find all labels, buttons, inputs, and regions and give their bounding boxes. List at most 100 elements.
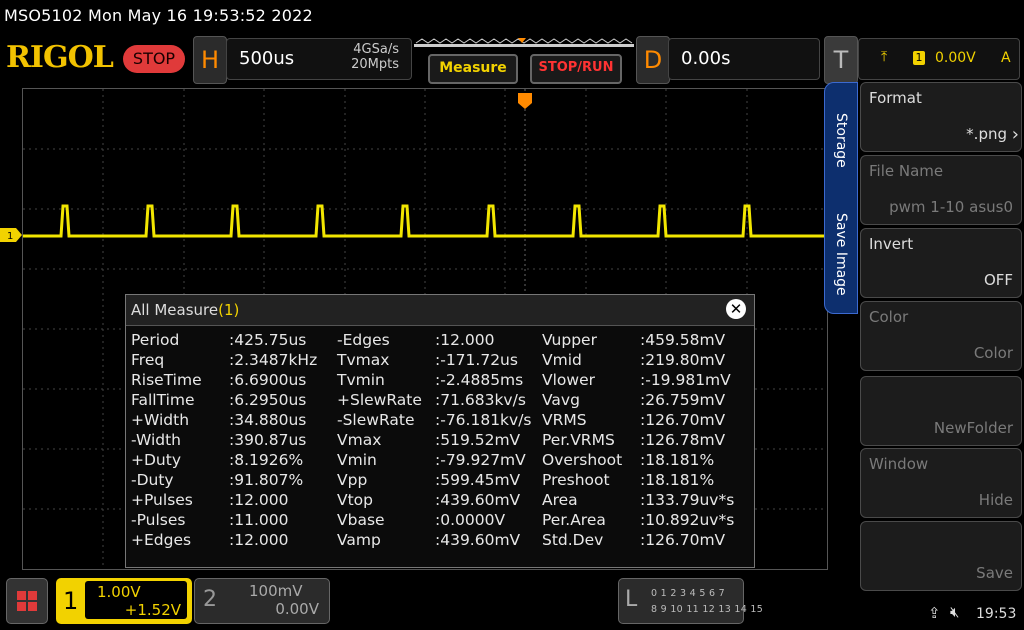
measure-name: Tvmin [337,371,385,389]
menu-item-newfolder[interactable]: NewFolder [860,376,1022,446]
trigger-settings[interactable]: ⤒ 1 0.00V A [858,38,1020,80]
measure-name: Vmax [337,431,382,449]
measure-value: :10.892uv*s [640,511,735,529]
sample-rate: 4GSa/s [353,42,399,57]
menu-item-label: Format [869,89,922,107]
measure-value: :133.79uv*s [640,491,735,509]
measure-value: :126.78mV [640,431,726,449]
speaker-muted-icon[interactable]: 🔇︎ [950,603,959,621]
ch1-scale: 1.00V [97,583,141,601]
menu-item-label: Invert [869,235,914,253]
measure-name: -SlewRate [337,411,415,429]
ch1-offset: +1.52V [124,601,181,619]
close-icon[interactable]: ✕ [726,299,746,319]
menu-item-file-name[interactable]: File Name pwm 1-10 asus0 [860,155,1022,225]
measure-value: :12.000 [229,491,289,509]
tab-save-image[interactable]: Save Image [833,213,849,296]
ch1-ground-marker: 1 [0,228,22,242]
measure-value: :219.80mV [640,351,726,369]
menu-item-value: Hide [978,491,1013,509]
ch2-scale: 100mV [249,582,303,600]
measure-value: :-19.981mV [640,371,731,389]
delay-settings[interactable]: 0.00s [668,38,820,80]
measure-value: :126.70mV [640,411,726,429]
menu-item-format[interactable]: Format *.png › [860,82,1022,152]
measure-value: :-171.72us [435,351,518,369]
measure-value: :8.1926% [229,451,304,469]
trigger-level: 0.00V [935,50,976,66]
measure-name: Tvmax [337,351,390,369]
logic-analyzer-button[interactable]: L 0 1 2 3 4 5 6 7 8 9 10 11 12 13 14 15 [618,578,763,624]
measure-name: +SlewRate [337,391,422,409]
menu-item-invert[interactable]: Invert OFF [860,228,1022,298]
measure-name: Preshoot [542,471,610,489]
trigger-button[interactable]: T [824,36,858,84]
measure-value: :-76.181kv/s [435,411,532,429]
measure-name: Vamp [337,531,381,549]
measure-value: :519.52mV [435,431,521,449]
measure-name: Vlower [542,371,595,389]
menu-item-label: File Name [869,162,944,180]
measure-value: :18.181% [640,471,715,489]
delay-value: 0.00s [681,48,731,69]
measure-name: RiseTime [131,371,202,389]
channel-1-button[interactable]: 1 1.00V +1.52V [56,578,192,624]
measure-name: Period [131,331,180,349]
measure-name: Std.Dev [542,531,604,549]
menu-item-save[interactable]: Save [860,521,1022,591]
measure-name: Vtop [337,491,374,509]
measure-name: Freq [131,351,165,369]
measure-value: :0.0000V [435,511,506,529]
run-state-badge[interactable]: STOP [123,45,185,73]
measure-value: :71.683kv/s [435,391,526,409]
measure-name: Vupper [542,331,597,349]
menu-item-color[interactable]: Color Color [860,301,1022,371]
ch2-offset: 0.00V [275,600,319,618]
app-menu-button[interactable] [6,578,48,624]
measure-value: :6.2950us [229,391,307,409]
measure-name: -Duty [131,471,174,489]
trigger-mode: A [1001,50,1011,66]
memory-position-bar [414,38,634,47]
stop-run-button[interactable]: STOP/RUN [530,54,622,84]
grid-icon [17,591,37,611]
measure-name: Vpp [337,471,368,489]
measure-name: -Width [131,431,181,449]
all-measure-panel[interactable]: All Measure(1) ✕ Period:425.75us Freq:2.3… [125,294,755,568]
measure-name: FallTime [131,391,195,409]
usb-icon: ⇪ [928,604,941,622]
storage-menu-tab[interactable]: Storage Save Image [824,82,858,314]
menu-item-window[interactable]: Window Hide [860,448,1022,518]
measure-name: Vmin [337,451,377,469]
timebase-value: 500us [239,48,295,69]
rising-edge-icon: ⤒ [881,49,888,65]
measure-name: +Duty [131,451,181,469]
measure-name: Vmid [542,351,582,369]
measure-name: Area [542,491,578,509]
measure-value: :-79.927mV [435,451,526,469]
measure-panel-header: All Measure(1) ✕ [126,295,754,326]
menu-item-label: Window [869,455,929,473]
menu-item-label: Color [869,308,909,326]
measure-name: +Pulses [131,491,193,509]
ch1-marker-label: 1 [7,231,13,242]
delay-button[interactable]: D [636,36,670,84]
measure-value: :390.87us [229,431,307,449]
trigger-source: 1 [913,51,925,65]
horizontal-button[interactable]: H [193,36,227,84]
menu-item-value: NewFolder [933,419,1013,437]
measure-value: :34.880us [229,411,307,429]
measure-button[interactable]: Measure [428,54,518,84]
measure-value: :126.70mV [640,531,726,549]
measure-value: :425.75us [229,331,307,349]
la-channels-row-2: 8 9 10 11 12 13 14 15 [651,604,764,615]
measure-value: :12.000 [229,531,289,549]
measure-name: -Pulses [131,511,186,529]
measure-value: :-2.4885ms [435,371,524,389]
rigol-logo: RIGOL [6,40,114,75]
channel-2-button[interactable]: 2 100mV 0.00V [194,578,330,624]
horizontal-settings[interactable]: 500us 4GSa/s 20Mpts [226,38,412,80]
measure-value: :439.60mV [435,531,521,549]
tab-storage[interactable]: Storage [833,113,849,168]
measure-value: :599.45mV [435,471,521,489]
